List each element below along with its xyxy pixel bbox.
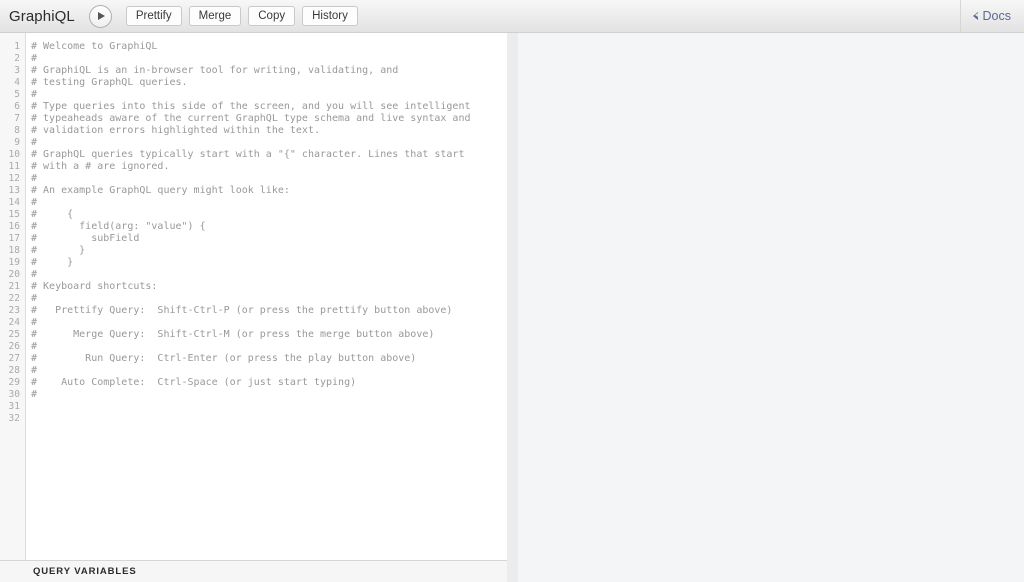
code-line: # [31, 173, 38, 184]
docs-toggle-button[interactable]: Docs [959, 0, 1024, 33]
code-line: # Welcome to GraphiQL [31, 41, 158, 52]
line-number: 18 [8, 245, 20, 256]
line-number: 7 [14, 113, 20, 124]
editor-result-split: 1 2 3 4 5 6 7 8 9 10 11 12 13 14 15 16 17 18 19 20 21 22 23 24 2… [0, 33, 1024, 582]
line-number-gutter: 1 2 3 4 5 6 7 8 9 10 11 12 13 14 15 16 17 18 19 20 21 22 23 24 2… [0, 33, 26, 560]
execute-query-button[interactable] [88, 4, 112, 28]
line-number: 15 [8, 209, 20, 220]
code-line: # GraphiQL is an in-browser tool for wri… [31, 65, 399, 76]
line-number: 28 [8, 365, 20, 376]
line-number: 23 [8, 305, 20, 316]
toolbar-button-group: Prettify Merge Copy History [125, 6, 358, 26]
code-line: # [31, 341, 38, 352]
line-number: 2 [14, 53, 20, 64]
line-number: 27 [8, 353, 20, 364]
code-line: # subField [31, 233, 140, 244]
code-line: # [31, 53, 38, 64]
line-number: 25 [8, 329, 20, 340]
line-number: 19 [8, 257, 20, 268]
query-variables-toggle[interactable]: QUERY VARIABLES [0, 560, 507, 582]
line-number: 14 [8, 197, 20, 208]
line-number: 31 [8, 401, 20, 412]
line-number: 9 [14, 137, 20, 148]
app-logo: GraphiQL [9, 7, 75, 25]
query-variables-label: QUERY VARIABLES [33, 566, 137, 577]
code-line: # [31, 389, 38, 400]
play-icon [97, 12, 105, 20]
line-number: 22 [8, 293, 20, 304]
prettify-button[interactable]: Prettify [125, 6, 182, 26]
code-line: # [31, 365, 38, 376]
code-line: # field(arg: "value") { [31, 221, 206, 232]
code-line: # Prettify Query: Shift-Ctrl-P (or press… [31, 305, 453, 316]
code-line: # } [31, 257, 74, 268]
code-line: # typeaheads aware of the current GraphQ… [31, 113, 471, 124]
line-number: 29 [8, 377, 20, 388]
query-editor-content[interactable]: # Welcome to GraphiQL # # GraphiQL is an i… [26, 33, 507, 560]
line-number: 5 [14, 89, 20, 100]
line-number: 13 [8, 185, 20, 196]
code-line: # Keyboard shortcuts: [31, 281, 158, 292]
code-line: # [31, 269, 38, 280]
code-line: # [31, 317, 38, 328]
code-line: # An example GraphQL query might look li… [31, 185, 290, 196]
pane-resize-handle[interactable] [507, 33, 518, 582]
code-line: # Auto Complete: Ctrl-Space (or just sta… [31, 377, 357, 388]
merge-button[interactable]: Merge [188, 6, 242, 26]
line-number: 32 [8, 413, 20, 424]
line-number: 24 [8, 317, 20, 328]
line-number: 6 [14, 101, 20, 112]
code-line: # Merge Query: Shift-Ctrl-M (or press th… [31, 329, 435, 340]
code-line: # { [31, 209, 74, 220]
query-pane: 1 2 3 4 5 6 7 8 9 10 11 12 13 14 15 16 17 18 19 20 21 22 23 24 2… [0, 33, 507, 582]
code-line: # testing GraphQL queries. [31, 77, 188, 88]
code-line: # Type queries into this side of the scr… [31, 101, 471, 112]
chevron-left-icon [972, 12, 978, 20]
line-number: 4 [14, 77, 20, 88]
code-line: # [31, 137, 38, 148]
line-number: 26 [8, 341, 20, 352]
code-line: # [31, 293, 38, 304]
code-line: # } [31, 245, 86, 256]
line-number: 8 [14, 125, 20, 136]
result-pane [518, 33, 1024, 582]
line-number: 17 [8, 233, 20, 244]
line-number: 20 [8, 269, 20, 280]
query-editor[interactable]: 1 2 3 4 5 6 7 8 9 10 11 12 13 14 15 16 17 18 19 20 21 22 23 24 2… [0, 33, 507, 560]
code-line: # validation errors highlighted within t… [31, 125, 320, 136]
toolbar: GraphiQL Prettify Merge Copy History Doc… [0, 0, 1024, 33]
code-line: # Run Query: Ctrl-Enter (or press the pl… [31, 353, 417, 364]
line-number: 12 [8, 173, 20, 184]
docs-label: Docs [982, 9, 1011, 23]
history-button[interactable]: History [302, 6, 358, 26]
code-line: # [31, 89, 38, 100]
line-number: 10 [8, 149, 20, 160]
line-number: 3 [14, 65, 20, 76]
graphiql-app: GraphiQL Prettify Merge Copy History Doc… [0, 0, 1024, 582]
copy-button[interactable]: Copy [248, 6, 296, 26]
line-number: 30 [8, 389, 20, 400]
code-line: # GraphQL queries typically start with a… [31, 149, 465, 160]
line-number: 21 [8, 281, 20, 292]
code-line: # with a # are ignored. [31, 161, 170, 172]
code-line: # [31, 197, 38, 208]
line-number: 11 [8, 161, 20, 172]
line-number: 16 [8, 221, 20, 232]
line-number: 1 [14, 41, 20, 52]
